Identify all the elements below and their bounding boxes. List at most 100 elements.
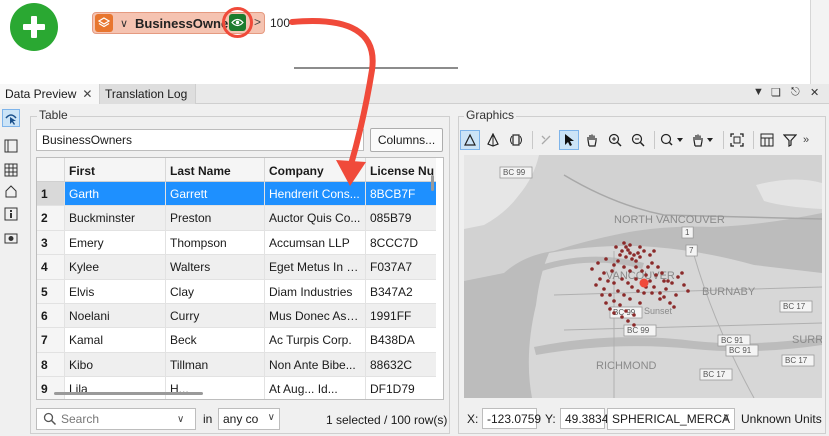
data-point[interactable] xyxy=(624,255,628,259)
cell-last-name[interactable]: Thompson xyxy=(166,230,265,255)
data-point[interactable] xyxy=(648,279,652,283)
cell-license[interactable]: DF1D79 xyxy=(366,377,436,399)
table-row[interactable]: 5 Elvis Clay Diam Industries B347A2 xyxy=(37,279,436,304)
cell-company[interactable]: Eget Metus In L... xyxy=(265,255,366,279)
cell-last-name[interactable]: Tillman xyxy=(166,352,265,377)
float-window-icon[interactable]: ❏ xyxy=(771,86,781,99)
more-tools-icon[interactable]: » xyxy=(803,134,809,146)
data-point[interactable] xyxy=(654,273,658,277)
zoom-options-icon[interactable] xyxy=(658,130,686,150)
row-number[interactable]: 7 xyxy=(37,328,65,352)
data-point[interactable] xyxy=(594,283,598,287)
data-point[interactable] xyxy=(620,277,624,281)
data-point[interactable] xyxy=(612,299,616,303)
cell-company[interactable]: Mus Donec Ass... xyxy=(265,303,366,328)
data-point[interactable] xyxy=(632,323,636,327)
data-point[interactable] xyxy=(628,269,632,273)
header-last-name[interactable]: Last Name xyxy=(166,158,265,181)
cell-license[interactable]: F037A7 xyxy=(366,255,436,279)
tab-data-preview[interactable]: Data Preview ✕ xyxy=(0,84,100,104)
data-point[interactable] xyxy=(632,313,636,317)
cell-company[interactable]: At Aug... Id... xyxy=(265,377,366,399)
cell-company[interactable]: Accumsan LLP xyxy=(265,230,366,255)
data-point[interactable] xyxy=(674,293,678,297)
data-point[interactable] xyxy=(598,277,602,281)
data-point[interactable] xyxy=(650,291,654,295)
close-panel-icon[interactable]: ✕ xyxy=(810,86,819,99)
data-point[interactable] xyxy=(634,259,638,263)
cell-first[interactable]: Lila xyxy=(65,377,166,399)
data-point[interactable] xyxy=(624,309,628,313)
data-point[interactable] xyxy=(686,289,690,293)
table-row[interactable]: 9 Lila H... At Aug... Id... DF1D79 xyxy=(37,377,436,399)
data-point[interactable] xyxy=(642,249,646,253)
panel-menu-icon[interactable]: ▼ xyxy=(753,86,764,98)
close-icon[interactable]: ✕ xyxy=(82,87,92,101)
feature-info-icon[interactable] xyxy=(2,137,20,155)
data-point[interactable] xyxy=(632,253,636,257)
row-number[interactable]: 2 xyxy=(37,206,65,230)
data-point[interactable] xyxy=(644,273,648,277)
table-row[interactable]: 2 Buckminster Preston Auctor Quis Co... 085B… xyxy=(37,206,436,231)
data-point[interactable] xyxy=(630,257,634,261)
data-point[interactable] xyxy=(612,281,616,285)
data-point[interactable] xyxy=(604,301,608,305)
data-point[interactable] xyxy=(658,291,662,295)
canvas-scrollbar[interactable] xyxy=(294,67,458,69)
pointer-icon[interactable] xyxy=(559,130,579,150)
tab-translation-log[interactable]: Translation Log xyxy=(100,84,196,104)
table-row[interactable]: 4 Kylee Walters Eget Metus In L... F037A7 xyxy=(37,255,436,280)
table-view-icon[interactable] xyxy=(2,161,20,179)
workspace-canvas[interactable]: ∨ BusinessOwner > 100 xyxy=(0,0,829,84)
camera-icon[interactable] xyxy=(2,229,20,247)
data-point[interactable] xyxy=(670,281,674,285)
data-point[interactable] xyxy=(634,277,638,281)
cell-last-name[interactable]: Clay xyxy=(166,279,265,303)
filter-icon[interactable] xyxy=(780,130,800,150)
header-company[interactable]: Company xyxy=(265,158,366,181)
table-row[interactable]: 3 Emery Thompson Accumsan LLP 8CCC7D xyxy=(37,230,436,256)
cell-first[interactable]: Buckminster xyxy=(65,206,166,230)
row-number[interactable]: 1 xyxy=(37,182,65,206)
zoom-in-icon[interactable] xyxy=(605,130,625,150)
data-point[interactable] xyxy=(634,265,638,269)
cell-company[interactable]: Ac Turpis Corp. xyxy=(265,328,366,352)
data-point[interactable] xyxy=(652,285,656,289)
data-point[interactable] xyxy=(590,267,594,271)
row-number[interactable]: 8 xyxy=(37,352,65,377)
output-port-icon[interactable]: > xyxy=(254,15,261,29)
data-point[interactable] xyxy=(628,243,632,247)
cell-license[interactable]: B438DA xyxy=(366,328,436,351)
data-point[interactable] xyxy=(648,253,652,257)
row-number[interactable]: 4 xyxy=(37,255,65,279)
data-point[interactable] xyxy=(602,287,606,291)
cell-first[interactable]: Kamal xyxy=(65,328,166,352)
zoom-out-icon[interactable] xyxy=(628,130,648,150)
cell-company[interactable]: Diam Industries xyxy=(265,279,366,303)
data-point[interactable] xyxy=(636,289,640,293)
data-point[interactable] xyxy=(622,293,626,297)
data-point[interactable] xyxy=(638,301,642,305)
data-point[interactable] xyxy=(608,307,612,311)
data-point[interactable] xyxy=(658,297,662,301)
cell-last-name[interactable]: Garrett xyxy=(166,182,265,206)
data-point[interactable] xyxy=(676,275,680,279)
data-point[interactable] xyxy=(618,303,622,307)
cell-last-name[interactable]: Beck xyxy=(166,328,265,352)
data-point[interactable] xyxy=(608,293,612,297)
orbit-view-icon[interactable] xyxy=(506,130,526,150)
data-point[interactable] xyxy=(638,255,642,259)
cell-last-name[interactable]: Curry xyxy=(166,303,265,328)
3d-view-icon[interactable] xyxy=(483,130,503,150)
data-point[interactable] xyxy=(642,291,646,295)
data-point[interactable] xyxy=(664,287,668,291)
geometry-view-icon[interactable] xyxy=(2,183,20,201)
data-point[interactable] xyxy=(682,283,686,287)
data-point[interactable] xyxy=(596,261,600,265)
data-point[interactable] xyxy=(666,279,670,283)
cell-last-name[interactable]: Preston xyxy=(166,206,265,230)
cell-first[interactable]: Noelani xyxy=(65,303,166,328)
header-first[interactable]: First xyxy=(65,158,166,181)
data-point[interactable] xyxy=(616,259,620,263)
cell-company[interactable]: Auctor Quis Co... xyxy=(265,206,366,230)
